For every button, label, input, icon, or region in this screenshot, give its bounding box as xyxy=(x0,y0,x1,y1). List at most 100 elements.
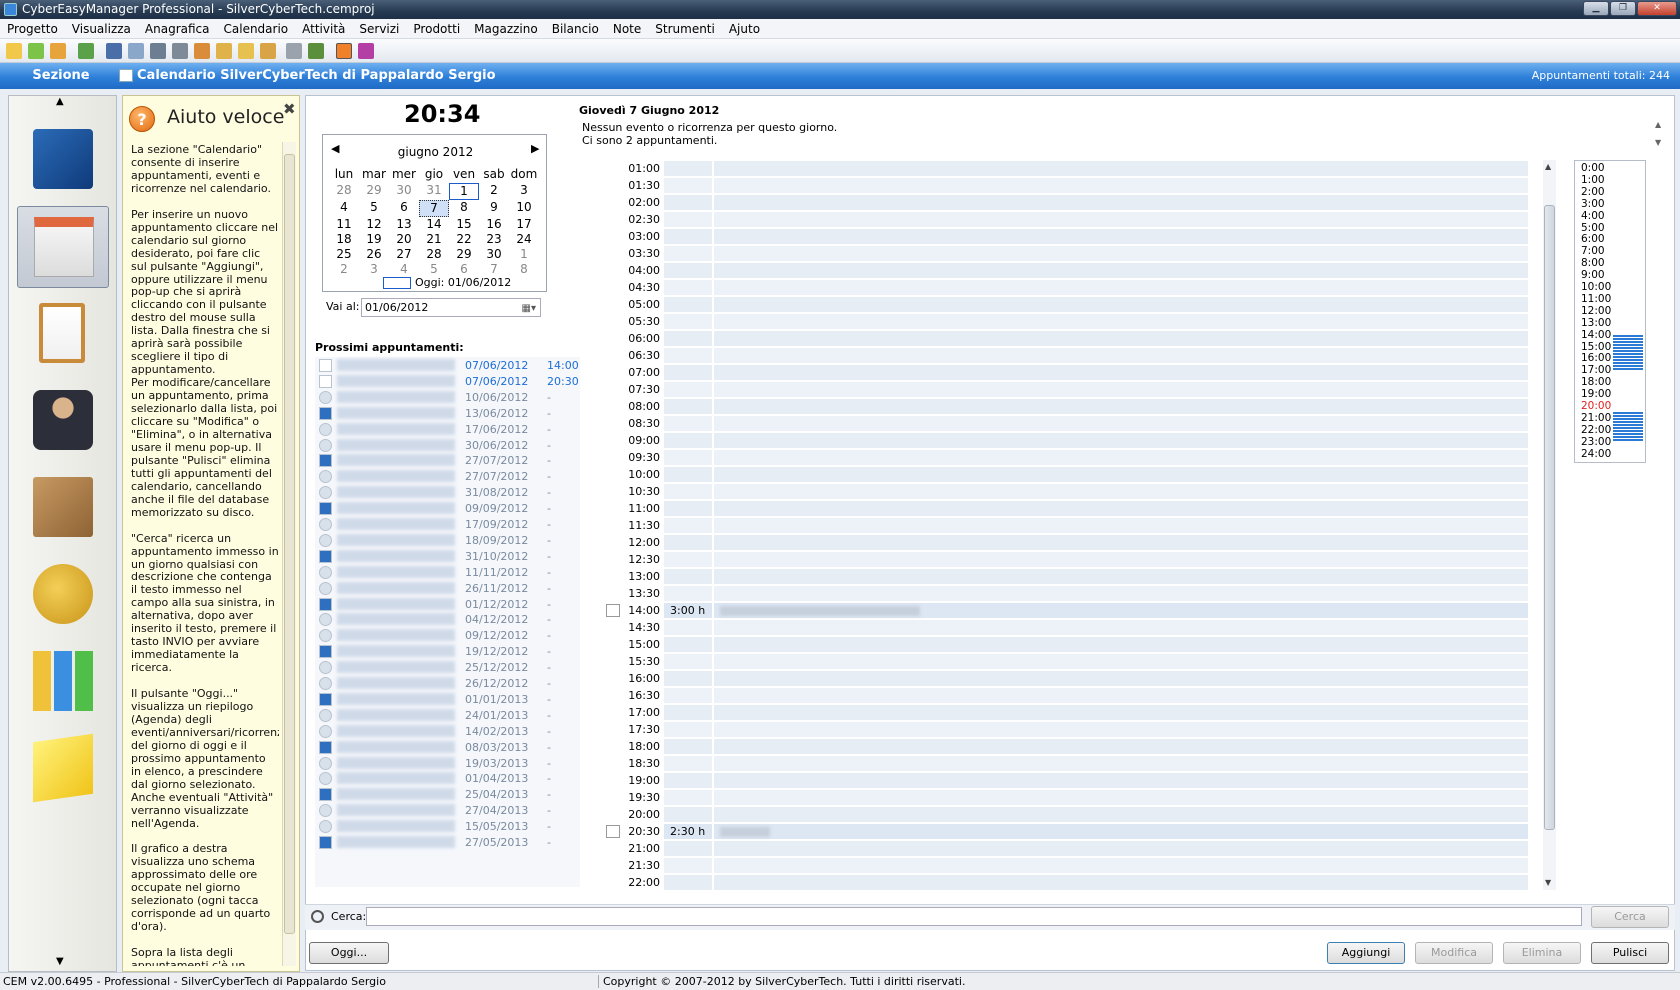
agenda-slot[interactable]: 09:30 xyxy=(606,449,1528,466)
help-scroll-thumb[interactable] xyxy=(284,154,295,934)
goto-date-input[interactable]: 01/06/2012 ▦▾ xyxy=(361,298,541,317)
upcoming-row[interactable]: 01/12/2012 - xyxy=(315,596,580,613)
calendar-day[interactable]: 18 xyxy=(329,232,359,247)
agenda-slot[interactable]: 08:30 xyxy=(606,415,1528,432)
agenda-slot[interactable]: 14:00 3:00 h xyxy=(606,602,1528,619)
calendar-day[interactable]: 1 xyxy=(509,247,539,262)
add-button[interactable]: Aggiungi xyxy=(1327,942,1405,964)
menu-magazzino[interactable]: Magazzino xyxy=(467,19,545,39)
sidebar-item-calendario[interactable] xyxy=(17,206,109,288)
calendar-dropdown-icon[interactable]: ▦▾ xyxy=(522,300,536,317)
calendar-day[interactable]: 15 xyxy=(449,217,479,232)
calendar-day[interactable]: 29 xyxy=(359,183,389,200)
agenda-slot[interactable]: 04:00 xyxy=(606,262,1528,279)
calendar-day[interactable]: 29 xyxy=(449,247,479,262)
upcoming-row[interactable]: 19/03/2013 - xyxy=(315,755,580,772)
save-icon[interactable] xyxy=(50,43,66,59)
calendar-day[interactable]: 17 xyxy=(509,217,539,232)
calendar-day[interactable]: 10 xyxy=(509,200,539,217)
edit-button[interactable]: Modifica xyxy=(1415,942,1493,964)
agenda-slot[interactable]: 19:30 xyxy=(606,789,1528,806)
upcoming-row[interactable]: 31/10/2012 - xyxy=(315,548,580,565)
calendar-day[interactable]: 19 xyxy=(359,232,389,247)
upcoming-row[interactable]: 27/07/2012 - xyxy=(315,468,580,485)
clear-button[interactable]: Pulisci xyxy=(1591,942,1669,964)
calendar-day[interactable]: 4 xyxy=(329,200,359,217)
upcoming-row[interactable]: 26/11/2012 - xyxy=(315,580,580,597)
calendar-day[interactable]: 7 xyxy=(419,200,449,217)
agenda-slot[interactable]: 06:00 xyxy=(606,330,1528,347)
calendar-day[interactable]: 11 xyxy=(329,217,359,232)
calendar-day[interactable]: 14 xyxy=(419,217,449,232)
upcoming-row[interactable]: 26/12/2012 - xyxy=(315,675,580,692)
menu-progetto[interactable]: Progetto xyxy=(0,19,65,39)
agenda-slot[interactable]: 02:30 xyxy=(606,211,1528,228)
menu-bilancio[interactable]: Bilancio xyxy=(545,19,606,39)
sidebar-item-prodotti[interactable] xyxy=(17,467,109,549)
agenda-slot[interactable]: 22:00 xyxy=(606,874,1528,890)
agenda-slot[interactable]: 17:30 xyxy=(606,721,1528,738)
open-icon[interactable] xyxy=(28,43,44,59)
agenda-slot[interactable]: 20:00 xyxy=(606,806,1528,823)
upcoming-row[interactable]: 24/01/2013 - xyxy=(315,707,580,724)
calendar-day[interactable]: 16 xyxy=(479,217,509,232)
agenda-slot[interactable]: 03:00 xyxy=(606,228,1528,245)
calendar-day[interactable]: 6 xyxy=(449,262,479,277)
calendar-day[interactable]: 3 xyxy=(359,262,389,277)
menu-calendario[interactable]: Calendario xyxy=(217,19,296,39)
check-icon[interactable] xyxy=(78,43,94,59)
agenda-slot[interactable]: 02:00 xyxy=(606,194,1528,211)
agenda-slot[interactable]: 09:00 xyxy=(606,432,1528,449)
close-help-icon[interactable]: ✖ xyxy=(283,100,296,118)
calendar-day[interactable]: 6 xyxy=(389,200,419,217)
menu-anagrafica[interactable]: Anagrafica xyxy=(138,19,217,39)
agenda-slot[interactable]: 16:30 xyxy=(606,687,1528,704)
upcoming-row[interactable]: 30/06/2012 - xyxy=(315,437,580,454)
agenda-slot[interactable]: 05:00 xyxy=(606,296,1528,313)
sidebar-item-attivita[interactable] xyxy=(17,293,109,375)
agenda-slot[interactable]: 21:30 xyxy=(606,857,1528,874)
upcoming-list[interactable]: 07/06/2012 14:00 07/06/2012 20:30 10/06/2012… xyxy=(315,357,580,887)
upcoming-row[interactable]: 19/12/2012 - xyxy=(315,643,580,660)
sidebar-item-statistiche[interactable] xyxy=(17,641,109,723)
upcoming-row[interactable]: 08/03/2013 - xyxy=(315,739,580,756)
agenda-slot[interactable]: 01:30 xyxy=(606,177,1528,194)
scroll-up-arrow[interactable]: ▲ xyxy=(56,96,64,107)
calendar-day[interactable]: 2 xyxy=(479,183,509,200)
agenda-slot[interactable]: 10:00 xyxy=(606,466,1528,483)
calendar-day[interactable]: 8 xyxy=(449,200,479,217)
agenda-slot[interactable]: 18:00 xyxy=(606,738,1528,755)
calendar-day[interactable]: 23 xyxy=(479,232,509,247)
calendar-tool-icon[interactable] xyxy=(128,43,144,59)
summary-scroll-arrows[interactable]: ▲ ▼ xyxy=(1655,120,1661,147)
search-input[interactable] xyxy=(366,907,1582,926)
upcoming-row[interactable]: 17/06/2012 - xyxy=(315,421,580,438)
agenda-slot[interactable]: 06:30 xyxy=(606,347,1528,364)
upcoming-row[interactable]: 25/12/2012 - xyxy=(315,659,580,676)
calendar-day[interactable]: 20 xyxy=(389,232,419,247)
calendar-day[interactable]: 25 xyxy=(329,247,359,262)
agenda-slot[interactable]: 11:00 xyxy=(606,500,1528,517)
calendar-day[interactable]: 30 xyxy=(479,247,509,262)
upcoming-row[interactable]: 18/09/2012 - xyxy=(315,532,580,549)
next-month-icon[interactable]: ▶ xyxy=(531,142,539,155)
calendar-day[interactable]: 8 xyxy=(509,262,539,277)
agenda-slot[interactable]: 15:30 xyxy=(606,653,1528,670)
agenda-scroll-down[interactable]: ▼ xyxy=(1545,878,1551,887)
upcoming-row[interactable]: 17/09/2012 - xyxy=(315,516,580,533)
contact-icon[interactable] xyxy=(106,43,122,59)
new-icon[interactable] xyxy=(6,43,22,59)
today-button[interactable]: Oggi... xyxy=(309,942,389,964)
import-icon[interactable] xyxy=(216,43,232,59)
upcoming-row[interactable]: 11/11/2012 - xyxy=(315,564,580,581)
upcoming-row[interactable]: 01/04/2013 - xyxy=(315,770,580,787)
menu-visualizza[interactable]: Visualizza xyxy=(65,19,138,39)
calendar-day[interactable]: 22 xyxy=(449,232,479,247)
agenda-slot[interactable]: 13:30 xyxy=(606,585,1528,602)
agenda-slot[interactable]: 20:30 2:30 h xyxy=(606,823,1528,840)
upcoming-row[interactable]: 07/06/2012 14:00 xyxy=(315,357,580,374)
scroll-down-arrow[interactable]: ▼ xyxy=(56,956,64,967)
calendar-day[interactable]: 5 xyxy=(419,262,449,277)
upcoming-row[interactable]: 15/05/2013 - xyxy=(315,818,580,835)
close-window-button[interactable]: ✕ xyxy=(1637,1,1677,16)
